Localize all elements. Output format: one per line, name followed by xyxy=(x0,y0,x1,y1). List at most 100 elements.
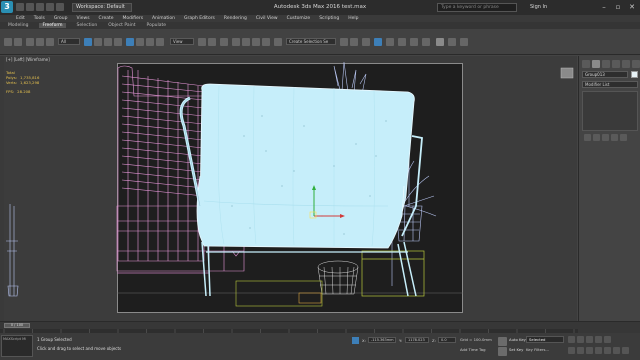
object-name-field[interactable]: Group013 xyxy=(582,71,628,78)
save-file-icon[interactable] xyxy=(36,3,44,11)
pan-view-icon[interactable] xyxy=(604,347,611,354)
window-crossing-icon[interactable] xyxy=(114,38,122,46)
graphite-tools-icon[interactable] xyxy=(386,38,394,46)
select-object-icon[interactable] xyxy=(84,38,92,46)
workspace-dropdown[interactable]: Workspace: Default xyxy=(72,3,132,12)
y-coord-field[interactable]: 1178.023 xyxy=(405,337,429,343)
key-mode-dropdown[interactable]: Selected xyxy=(526,336,564,343)
auto-key-button[interactable]: Auto Key xyxy=(509,337,526,342)
named-selection-dropdown[interactable]: Create Selection Se xyxy=(286,38,336,45)
basket-wireframe[interactable] xyxy=(317,260,359,295)
spinner-snap-icon[interactable] xyxy=(262,38,270,46)
menu-civil-view[interactable]: Civil View xyxy=(256,16,278,21)
snaps-toggle-icon[interactable] xyxy=(232,38,240,46)
select-place-icon[interactable] xyxy=(156,38,164,46)
pin-stack-icon[interactable] xyxy=(584,134,591,141)
remove-modifier-icon[interactable] xyxy=(611,134,618,141)
configure-sets-icon[interactable] xyxy=(620,134,627,141)
maximize-viewport-icon[interactable] xyxy=(622,347,629,354)
sign-in-link[interactable]: Sign In xyxy=(530,4,547,10)
unlink-icon[interactable] xyxy=(36,38,44,46)
undo-icon[interactable] xyxy=(46,3,54,11)
zoom-all-icon[interactable] xyxy=(577,347,584,354)
menu-group[interactable]: Group xyxy=(54,16,68,21)
plant-left-wireframe[interactable] xyxy=(6,204,19,297)
select-scale-icon[interactable] xyxy=(146,38,154,46)
manipulate-icon[interactable] xyxy=(208,38,216,46)
bind-space-warp-icon[interactable] xyxy=(46,38,54,46)
z-coord-field[interactable]: 0.0 xyxy=(438,337,456,343)
redo-icon[interactable] xyxy=(56,3,64,11)
lock-selection-icon[interactable] xyxy=(352,337,359,344)
scene-wireframe[interactable] xyxy=(4,56,577,321)
menu-help[interactable]: Help xyxy=(348,16,358,21)
reference-coord-dropdown[interactable]: View xyxy=(170,38,194,45)
percent-snap-icon[interactable] xyxy=(252,38,260,46)
open-file-icon[interactable] xyxy=(26,3,34,11)
scene-explorer-icon[interactable] xyxy=(374,38,382,46)
motion-tab-icon[interactable] xyxy=(612,60,620,68)
utilities-tab-icon[interactable] xyxy=(632,60,640,68)
viewport-label[interactable]: [+] [Left] [Wireframe] xyxy=(6,57,50,62)
modify-tab-icon[interactable] xyxy=(592,60,600,68)
redo-icon[interactable] xyxy=(14,38,22,46)
viewcube[interactable] xyxy=(560,67,574,79)
menu-tools[interactable]: Tools xyxy=(34,16,45,21)
select-by-name-icon[interactable] xyxy=(94,38,102,46)
edit-named-selection-icon[interactable] xyxy=(274,38,282,46)
maximize-icon[interactable]: ▫ xyxy=(612,2,624,12)
go-to-start-icon[interactable] xyxy=(568,336,575,343)
render-setup-icon[interactable] xyxy=(436,38,444,46)
key-icon[interactable] xyxy=(498,337,507,346)
pivot-center-icon[interactable] xyxy=(198,38,206,46)
menu-edit[interactable]: Edit xyxy=(16,16,25,21)
menu-animation[interactable]: Animation xyxy=(152,16,175,21)
search-input[interactable]: Type a keyword or phrase xyxy=(437,3,517,12)
close-icon[interactable]: ✕ xyxy=(626,2,638,12)
new-file-icon[interactable] xyxy=(16,3,24,11)
set-key-icon[interactable] xyxy=(498,347,507,356)
minimize-icon[interactable]: – xyxy=(598,2,610,12)
menu-rendering[interactable]: Rendering xyxy=(224,16,247,21)
keyboard-shortcut-icon[interactable] xyxy=(220,38,228,46)
create-tab-icon[interactable] xyxy=(582,60,590,68)
tab-freeform[interactable]: Freeform xyxy=(39,23,66,28)
menu-create[interactable]: Create xyxy=(99,16,114,21)
key-filters-button[interactable]: Key Filters... xyxy=(526,347,564,354)
field-of-view-icon[interactable] xyxy=(595,347,602,354)
modifier-list-dropdown[interactable]: Modifier List xyxy=(582,81,638,88)
armchair-wireframe[interactable] xyxy=(179,83,423,297)
play-icon[interactable] xyxy=(586,336,593,343)
undo-icon[interactable] xyxy=(4,38,12,46)
menu-modifiers[interactable]: Modifiers xyxy=(123,16,144,21)
next-frame-icon[interactable] xyxy=(595,336,602,343)
make-unique-icon[interactable] xyxy=(602,134,609,141)
orbit-icon[interactable] xyxy=(613,347,620,354)
selection-region-icon[interactable] xyxy=(104,38,112,46)
angle-snap-icon[interactable] xyxy=(242,38,250,46)
menu-graph-editors[interactable]: Graph Editors xyxy=(184,16,215,21)
tab-object-paint[interactable]: Object Paint xyxy=(108,23,135,28)
curve-editor-icon[interactable] xyxy=(398,38,406,46)
selection-filter-dropdown[interactable]: All xyxy=(58,38,80,45)
maxscript-listener[interactable]: MAXScript Mi xyxy=(1,335,33,357)
zoom-icon[interactable] xyxy=(568,347,575,354)
align-icon[interactable] xyxy=(350,38,358,46)
viewport-left[interactable]: [+] [Left] [Wireframe] Total Polys: 1,735… xyxy=(4,56,577,321)
tab-selection[interactable]: Selection xyxy=(77,23,98,28)
app-logo[interactable]: 3 xyxy=(1,1,13,13)
set-key-button[interactable]: Set Key xyxy=(509,347,523,352)
select-rotate-icon[interactable] xyxy=(136,38,144,46)
tab-modeling[interactable]: Modeling xyxy=(8,23,28,28)
tab-populate[interactable]: Populate xyxy=(147,23,167,28)
menu-scripting[interactable]: Scripting xyxy=(319,16,339,21)
layer-manager-icon[interactable] xyxy=(362,38,370,46)
rendered-frame-window-icon[interactable] xyxy=(448,38,456,46)
add-time-tag[interactable]: Add Time Tag xyxy=(460,347,485,352)
display-tab-icon[interactable] xyxy=(622,60,630,68)
menu-views[interactable]: Views xyxy=(77,16,90,21)
hierarchy-tab-icon[interactable] xyxy=(602,60,610,68)
go-to-end-icon[interactable] xyxy=(604,336,611,343)
zoom-extents-icon[interactable] xyxy=(586,347,593,354)
modifier-stack[interactable] xyxy=(582,91,638,131)
